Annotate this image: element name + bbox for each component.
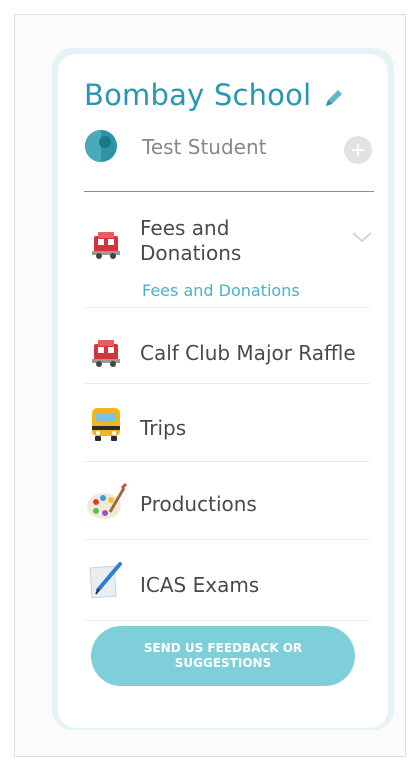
add-student-icon[interactable] [344,136,372,164]
pencil-icon[interactable] [322,86,346,110]
menu-item-icas-exams[interactable]: ICAS Exams [140,573,259,598]
submenu-item-fees-and-donations[interactable]: Fees and Donations [142,281,300,300]
menu-item-calf-club-major-raffle[interactable]: Calf Club Major Raffle [140,341,356,366]
header-divider [84,191,374,192]
school-name: Bombay School [84,78,312,112]
avatar [85,130,117,162]
menu-divider [84,539,370,540]
menu-divider [84,461,370,462]
quill-paper-icon [89,562,122,599]
menu-item-trips[interactable]: Trips [140,416,186,441]
send-feedback-button[interactable]: SEND US FEEDBACK OR SUGGESTIONS [91,626,355,686]
send-feedback-label: SEND US FEEDBACK OR SUGGESTIONS [143,641,303,670]
palette-icon [87,482,128,519]
menu-item-productions[interactable]: Productions [140,492,257,517]
fire-truck-icon [92,232,120,259]
fire-truck-icon [92,340,120,367]
menu-item-fees-and-donations[interactable]: Fees and Donations [140,216,290,266]
menu-divider [84,307,370,308]
school-bus-icon [92,408,120,441]
student-name[interactable]: Test Student [142,135,266,159]
student-avatar-icon [85,130,117,162]
menu-divider [84,620,370,621]
chevron-down-icon[interactable] [351,230,373,244]
menu-divider [84,383,370,384]
